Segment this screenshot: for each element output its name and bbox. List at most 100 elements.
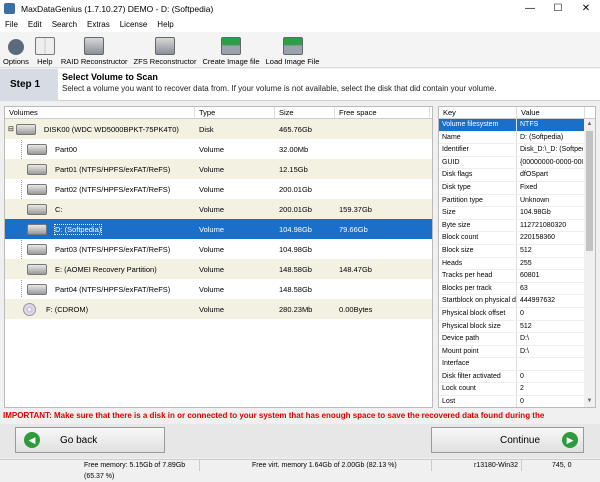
property-row[interactable]: Blocks per track 63 <box>439 282 595 296</box>
navigation-bar: ◀ Go back Continue ▶ <box>0 424 600 458</box>
property-key: Partition type <box>439 194 517 207</box>
scroll-down-icon[interactable]: ▼ <box>584 396 595 407</box>
step-header: Step 1 Select Volume to Scan Select a vo… <box>0 69 600 101</box>
volume-row[interactable]: Part00 Volume 32.00Mb <box>5 139 432 159</box>
property-key: Tracks per head <box>439 270 517 282</box>
property-value: 104.98Gb <box>520 209 551 217</box>
scroll-up-icon[interactable]: ▲ <box>584 119 595 130</box>
property-key: Startblock on physical disk <box>439 295 517 307</box>
property-row[interactable]: Partition type Unknown <box>439 194 595 208</box>
step-title: Select Volume to Scan <box>62 72 158 82</box>
property-key: Lost <box>439 396 517 407</box>
property-row[interactable]: Tracks per head 60801 <box>439 270 595 283</box>
scroll-thumb[interactable] <box>586 131 593 251</box>
property-row[interactable]: Identifier Disk_D:\_D: (Softped <box>439 144 595 157</box>
volume-row-selected[interactable]: D: (Softpedia) Volume 104.98Gb 79.66Gb <box>5 219 432 239</box>
options-button[interactable]: Options <box>0 32 32 68</box>
property-row[interactable]: Size 104.98Gb <box>439 207 595 220</box>
property-row[interactable]: Block size 512 <box>439 244 595 258</box>
window-title: MaxDataGenius (1.7.10.27) DEMO - D: (Sof… <box>21 3 214 14</box>
property-value: 63 <box>520 284 528 292</box>
property-value: dfOSpart <box>520 171 549 179</box>
create-image-button[interactable]: Create Image file <box>199 32 262 68</box>
property-key: Physical block size <box>439 320 517 333</box>
property-value: NTFS <box>520 121 539 128</box>
maximize-button[interactable]: ☐ <box>544 0 572 17</box>
property-key: Name <box>439 131 517 144</box>
property-value: 512 <box>520 322 532 330</box>
collapse-icon[interactable]: ⊟ <box>8 125 14 133</box>
build-status: r13180-Win32 <box>432 460 522 471</box>
property-row[interactable]: Block count 220158360 <box>439 232 595 245</box>
col-free-space[interactable]: Free space <box>335 107 430 118</box>
property-row[interactable]: Disk filter activated 0 <box>439 370 595 384</box>
coords-status: 745, 0 <box>552 462 572 469</box>
property-key: Block count <box>439 232 517 244</box>
property-row[interactable]: Disk type Fixed <box>439 181 595 195</box>
property-row[interactable]: Disk flags dfOSpart <box>439 169 595 182</box>
menu-license[interactable]: License <box>115 20 153 29</box>
property-key: Volume filesystem <box>439 119 517 131</box>
property-row[interactable]: Device path D:\ <box>439 333 595 346</box>
property-value: {00000000-0000-0000 <box>520 158 583 166</box>
minimize-button[interactable]: — <box>516 0 544 17</box>
property-value: 0 <box>520 372 524 380</box>
property-row[interactable]: Lost 0 <box>439 396 595 407</box>
volume-row[interactable]: ⊟ DISK00 (WDC WD5000BPKT-75PK4T0) Disk 46… <box>5 119 432 139</box>
book-icon <box>34 37 55 55</box>
volume-row[interactable]: Part01 (NTFS/HPFS/exFAT/ReFS) Volume 12.… <box>5 159 432 179</box>
property-row[interactable]: Startblock on physical disk 444997632 <box>439 295 595 308</box>
continue-button[interactable]: Continue ▶ <box>431 427 584 453</box>
col-value[interactable]: Value <box>517 107 585 118</box>
property-key: GUID <box>439 156 517 169</box>
property-key: Interface <box>439 358 517 370</box>
property-value: Unknown <box>520 196 550 204</box>
volume-row[interactable]: Part03 (NTFS/HPFS/exFAT/ReFS) Volume 104… <box>5 239 432 259</box>
volumes-list: Volumes Type Size Free space ⊟ DISK00 (WD… <box>4 106 433 408</box>
status-bar: Free memory: 5.15Gb of 7.89Gb (65.37 %) … <box>0 459 600 480</box>
zfs-reconstructor-button[interactable]: ZFS Reconstructor <box>131 32 200 68</box>
help-button[interactable]: Help <box>32 32 58 68</box>
volume-row[interactable]: C: Volume 200.01Gb 159.37Gb <box>5 199 432 219</box>
close-button[interactable]: ✕ <box>572 0 600 17</box>
property-row[interactable]: Interface <box>439 358 595 371</box>
menu-search[interactable]: Search <box>47 20 82 29</box>
property-value: 512 <box>520 246 532 254</box>
property-value: 0 <box>520 398 524 406</box>
col-size[interactable]: Size <box>275 107 335 118</box>
menu-help[interactable]: Help <box>152 20 178 29</box>
property-row[interactable]: Mount point D:\ <box>439 345 595 359</box>
volume-icon <box>27 223 47 235</box>
raid-reconstructor-button[interactable]: RAID Reconstructor <box>58 32 131 68</box>
volume-row[interactable]: Part04 (NTFS/HPFS/exFAT/ReFS) Volume 148… <box>5 279 432 299</box>
property-row[interactable]: Physical block offset 0 <box>439 307 595 321</box>
arrow-right-icon: ▶ <box>562 432 579 448</box>
free-virt-memory-status: Free virt. memory 1.64Gb of 2.00Gb (82.1… <box>200 460 432 471</box>
property-row[interactable]: Physical block size 512 <box>439 320 595 334</box>
property-row[interactable]: Volume filesystem NTFS <box>439 119 595 132</box>
volume-icon <box>27 283 47 295</box>
property-key: Physical block offset <box>439 307 517 320</box>
load-image-button[interactable]: Load Image File <box>263 32 323 68</box>
menu-edit[interactable]: Edit <box>23 20 47 29</box>
property-row[interactable]: Byte size 112721080320 <box>439 219 595 233</box>
property-key: Block size <box>439 244 517 257</box>
properties-header: Key Value <box>439 107 595 119</box>
go-back-button[interactable]: ◀ Go back <box>15 427 165 453</box>
col-type[interactable]: Type <box>195 107 275 118</box>
property-row[interactable]: Lock count 2 <box>439 383 595 397</box>
property-row[interactable]: GUID {00000000-0000-0000 <box>439 156 595 170</box>
property-value: 444997632 <box>520 297 556 305</box>
hard-disk-icon <box>15 123 36 135</box>
property-row[interactable]: Heads 255 <box>439 257 595 271</box>
property-row[interactable]: Name D: (Softpedia) <box>439 131 595 145</box>
volume-row[interactable]: E: (AOMEI Recovery Partition) Volume 148… <box>5 259 432 279</box>
menu-extras[interactable]: Extras <box>82 20 115 29</box>
property-value: 0 <box>520 309 524 317</box>
volume-row[interactable]: Part02 (NTFS/HPFS/exFAT/ReFS) Volume 200… <box>5 179 432 199</box>
menu-file[interactable]: File <box>0 20 23 29</box>
col-volumes[interactable]: Volumes <box>5 107 195 118</box>
properties-scrollbar[interactable]: ▲ ▼ <box>584 119 595 407</box>
col-key[interactable]: Key <box>439 107 517 118</box>
volume-row[interactable]: F: (CDROM) Volume 280.23Mb 0.00Bytes <box>5 299 432 319</box>
